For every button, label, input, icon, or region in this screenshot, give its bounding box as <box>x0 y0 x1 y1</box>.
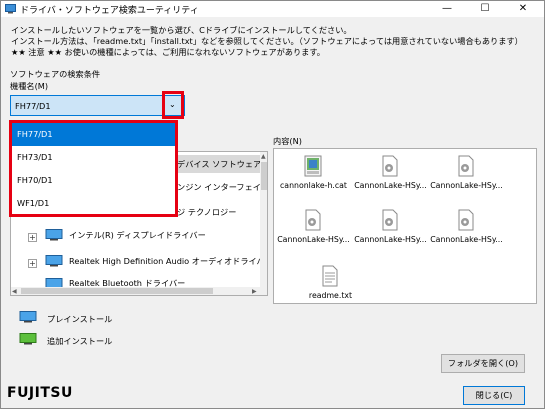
model-select[interactable]: FH77/D1 <box>10 95 185 116</box>
file-list[interactable]: cannonlake-h.cat CannonLake-HSy... Canno… <box>273 148 537 304</box>
model-option[interactable]: WF1/D1 <box>12 192 175 215</box>
settings-file-icon <box>458 155 474 177</box>
text-file-icon <box>322 265 338 287</box>
content-label: 内容(N) <box>273 136 302 146</box>
minimize-button[interactable]: — <box>433 1 461 17</box>
tree-item[interactable]: ジ テクノロジー <box>177 203 236 221</box>
file-name: CannonLake-HSy... <box>354 235 427 244</box>
model-option[interactable]: FH70/D1 <box>12 169 175 192</box>
preinstall-monitor-icon <box>19 311 37 323</box>
file-name: cannonlake-h.cat <box>280 181 347 190</box>
file-name: CannonLake-HSy... <box>354 181 427 190</box>
model-option[interactable]: FH77/D1 <box>12 123 175 146</box>
close-button[interactable]: 閉じる(C) <box>463 386 525 405</box>
monitor-icon <box>45 229 63 241</box>
search-condition-label: ソフトウェアの検索条件 <box>10 69 101 79</box>
model-option[interactable]: FH73/D1 <box>12 146 175 169</box>
tree-item[interactable]: インテル(R) ディスプレイドライバー <box>69 226 206 244</box>
file-item[interactable]: CannonLake-HSy... <box>429 209 504 255</box>
tree-item[interactable]: デバイス ソフトウェア <box>174 155 265 173</box>
chevron-down-icon: ⌄ <box>169 100 176 109</box>
scroll-left-icon[interactable]: ◀ <box>12 288 17 295</box>
expand-icon[interactable]: + <box>28 259 37 268</box>
file-item[interactable]: CannonLake-HSy... <box>353 209 428 255</box>
monitor-icon <box>45 255 63 267</box>
file-item[interactable]: CannonLake-HSy... <box>353 155 428 201</box>
scroll-right-icon[interactable]: ▶ <box>252 288 257 295</box>
utility-window: ドライバ・ソフトウェア検索ユーティリティ — ☐ ✕ インストールしたいソフトウ… <box>0 0 545 409</box>
expand-icon[interactable]: + <box>28 233 37 242</box>
file-item[interactable]: readme.txt <box>293 265 368 311</box>
close-window-button[interactable]: ✕ <box>509 1 537 17</box>
maximize-button[interactable]: ☐ <box>471 1 499 17</box>
app-icon <box>5 4 16 14</box>
additional-install-legend-label: 追加インストール <box>47 336 113 346</box>
file-item[interactable]: CannonLake-HSy... <box>429 155 504 201</box>
settings-file-icon <box>382 155 398 177</box>
fujitsu-logo: FUJITSU <box>7 385 73 401</box>
settings-file-icon <box>382 209 398 231</box>
model-name-label: 機種名(M) <box>10 81 49 91</box>
open-folder-button[interactable]: フォルダを開く(O) <box>441 354 525 373</box>
title-bar: ドライバ・ソフトウェア検索ユーティリティ — ☐ ✕ <box>1 1 544 17</box>
tree-item[interactable]: Realtek High Definition Audio オーディオドライバ <box>69 252 265 270</box>
file-item[interactable]: cannonlake-h.cat <box>276 155 351 201</box>
instruction-line-3: ★★ 注意 ★★ お使いの機種によっては、ご利用になれないソフトウェアがあります… <box>11 47 325 57</box>
scroll-up-icon[interactable]: ▲ <box>261 153 266 160</box>
catalog-file-icon <box>304 155 322 177</box>
settings-file-icon <box>305 209 321 231</box>
model-select-value: FH77/D1 <box>15 101 51 111</box>
tree-vertical-scrollbar[interactable]: ▲ <box>260 152 267 295</box>
additional-install-monitor-icon <box>19 333 37 345</box>
instruction-line-2: インストール方法は、「readme.txt」「install.txt」などを参照… <box>11 36 523 46</box>
instructions: インストールしたいソフトウェアを一覧から選び、Cドライブにインストールしてくださ… <box>11 25 523 58</box>
model-dropdown-button[interactable]: ⌄ <box>162 91 184 119</box>
instruction-line-1: インストールしたいソフトウェアを一覧から選び、Cドライブにインストールしてくださ… <box>11 25 352 35</box>
logo-text: FUJITSU <box>7 385 73 401</box>
file-name: CannonLake-HSy... <box>430 181 503 190</box>
file-name: readme.txt <box>308 291 353 300</box>
tree-horizontal-scrollbar[interactable]: ◀ ▶ <box>11 287 260 295</box>
file-item[interactable]: CannonLake-HSy... <box>276 209 351 255</box>
window-title: ドライバ・ソフトウェア検索ユーティリティ <box>20 6 199 16</box>
preinstall-legend-label: プレインストール <box>47 314 113 324</box>
model-dropdown-list: FH77/D1 FH73/D1 FH70/D1 WF1/D1 <box>9 120 178 217</box>
settings-file-icon <box>458 209 474 231</box>
scroll-thumb[interactable] <box>261 162 267 190</box>
file-name: CannonLake-HSy... <box>277 235 350 244</box>
file-name: CannonLake-HSy... <box>430 235 503 244</box>
tree-item[interactable]: ンジン インターフェイ <box>177 178 261 196</box>
scroll-thumb[interactable] <box>21 288 213 294</box>
